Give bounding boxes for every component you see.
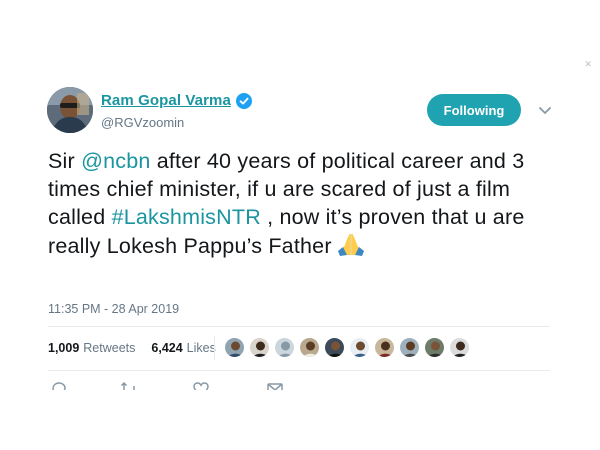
retweets-count[interactable]: 1,009 <box>48 341 79 355</box>
user-avatar[interactable] <box>47 87 93 133</box>
liker-avatar[interactable] <box>399 337 420 358</box>
folded-hands-emoji-icon <box>337 233 364 256</box>
retweet-icon[interactable] <box>120 380 138 390</box>
user-handle[interactable]: @RGVzoomin <box>101 115 184 130</box>
verified-badge-icon <box>235 92 252 109</box>
liker-avatar[interactable] <box>274 337 295 358</box>
tweet-card: Ram Gopal Varma @RGVzoomin Following Sir… <box>0 0 600 450</box>
liker-avatar[interactable] <box>374 337 395 358</box>
chevron-down-icon[interactable] <box>538 106 552 116</box>
following-button[interactable]: Following <box>427 94 521 126</box>
reply-icon[interactable] <box>50 380 68 390</box>
tweet-actions <box>48 380 408 390</box>
mention-link[interactable]: @ncbn <box>81 149 150 173</box>
liker-avatar[interactable] <box>424 337 445 358</box>
divider <box>48 370 550 371</box>
retweets-label[interactable]: Retweets <box>83 341 135 355</box>
liker-avatar[interactable] <box>299 337 320 358</box>
avatar-photo-icon <box>47 87 93 133</box>
hashtag-link[interactable]: #LakshmisNTR <box>112 205 261 229</box>
likes-count[interactable]: 6,424 <box>151 341 182 355</box>
likes-label[interactable]: Likes <box>187 341 216 355</box>
tweet-text: Sir @ncbn after 40 years of political ca… <box>48 147 568 260</box>
tweet-timestamp[interactable]: 11:35 PM - 28 Apr 2019 <box>48 302 179 316</box>
liker-avatars <box>224 337 474 358</box>
liker-avatar[interactable] <box>449 337 470 358</box>
page: ✕ Ram Gopal Varma @RGVzoomin Following S… <box>0 0 600 450</box>
liker-avatar[interactable] <box>349 337 370 358</box>
display-name-link[interactable]: Ram Gopal Varma <box>101 92 231 109</box>
divider <box>48 326 550 327</box>
tweet-text-part1: Sir <box>48 149 82 173</box>
liker-avatar[interactable] <box>249 337 270 358</box>
stats-separator <box>214 336 215 360</box>
name-row: Ram Gopal Varma <box>101 92 252 109</box>
like-icon[interactable] <box>192 380 210 390</box>
message-icon[interactable] <box>266 380 284 390</box>
liker-avatar[interactable] <box>324 337 345 358</box>
liker-avatar[interactable] <box>224 337 245 358</box>
tweet-stats: 1,009 Retweets 6,424 Likes <box>48 341 216 355</box>
